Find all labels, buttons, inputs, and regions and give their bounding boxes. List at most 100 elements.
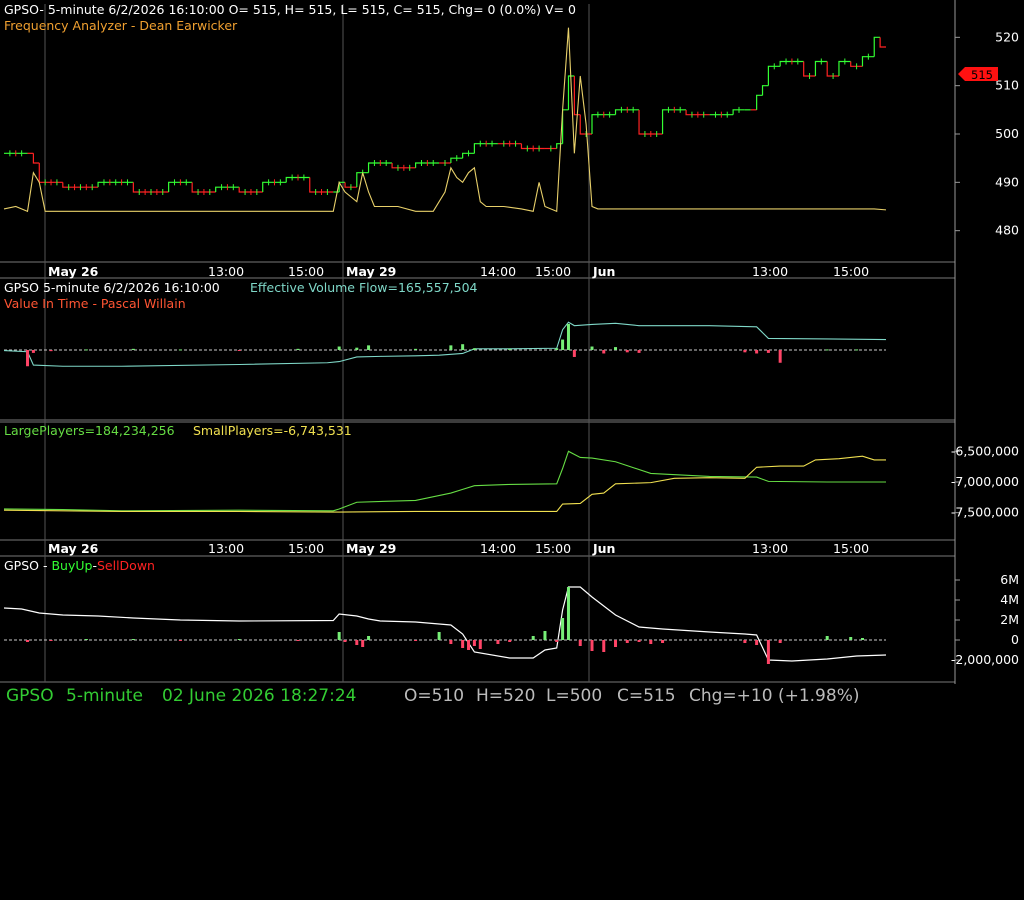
footer-low: L=500 <box>546 686 603 706</box>
buysell-bar <box>131 639 135 640</box>
y-tick-label: -2,000,000 <box>951 652 1019 667</box>
selldown-label: SellDown <box>97 558 155 573</box>
buysell-bar <box>543 631 547 640</box>
flow-bar <box>614 347 618 350</box>
time-axis-label: 15:00 <box>535 264 571 279</box>
buysell-bar <box>472 640 476 646</box>
buysell-bar <box>367 636 371 640</box>
flow-bar <box>355 347 359 350</box>
y-tick-label: 510 <box>995 78 1019 93</box>
time-axis-label: 13:00 <box>752 541 788 556</box>
multi-panel-chart: May 26 13:00 15:00 May 29 14:00 15:00 Jun 13:00… <box>0 0 1024 720</box>
buysell-bar <box>49 640 53 641</box>
buysell-bar <box>590 640 594 651</box>
buysell-bar <box>661 640 665 643</box>
buysell-bar <box>849 637 853 640</box>
buysell-bar <box>414 640 418 641</box>
buysell-bar <box>755 640 759 645</box>
flow-bar <box>472 348 476 350</box>
buysell-bar <box>860 638 864 640</box>
footer-open: O=510 <box>404 686 465 706</box>
flow-bar <box>84 349 88 351</box>
flow-bar <box>778 350 782 363</box>
time-axis-label: 15:00 <box>288 541 324 556</box>
flow-bar <box>743 350 747 353</box>
buysell-bar <box>555 640 559 642</box>
buysell-bar <box>825 636 829 640</box>
flow-bar <box>561 339 565 350</box>
footer-change: Chg=+10 (+1.98%) <box>689 686 860 706</box>
time-axis-label: May 26 <box>48 264 99 279</box>
time-axis-label: 15:00 <box>833 541 869 556</box>
buysell-bar <box>461 640 465 648</box>
y-tick-label: 4M <box>1000 592 1019 607</box>
buysell-bar <box>178 640 182 641</box>
time-axis-label: Jun <box>592 264 615 279</box>
footer-status-bar: GPSO 5-minute 02 June 2026 18:27:24 O=51… <box>0 684 1024 720</box>
buysell-bar <box>637 640 641 642</box>
buysell-header: GPSO - BuyUp-SellDown <box>4 558 155 573</box>
flow-bar <box>49 350 53 352</box>
flow-bar <box>625 350 629 353</box>
flow-bar <box>31 350 35 353</box>
flow-bar <box>825 349 829 351</box>
flow-bar <box>566 323 570 350</box>
flow-indicator-title: Value In Time - Pascal Willain <box>4 296 186 311</box>
buysell-bar <box>508 640 512 642</box>
buysell-bar <box>602 640 606 652</box>
footer-symbol: GPSO <box>6 686 54 706</box>
time-axis-label: 15:00 <box>535 541 571 556</box>
flow-bar <box>766 350 770 353</box>
buysell-bar <box>337 632 341 640</box>
flow-bar <box>237 350 241 351</box>
time-axis-label: 13:00 <box>752 264 788 279</box>
flow-bar <box>449 345 453 350</box>
y-tick-label: -6,500,000 <box>951 443 1019 458</box>
buysell-bar <box>449 640 453 644</box>
buysell-bar <box>743 640 747 643</box>
time-axis-label: 15:00 <box>833 264 869 279</box>
small-players-label: SmallPlayers=-6,743,531 <box>193 423 352 438</box>
footer-interval: 5-minute <box>66 686 143 706</box>
footer-high: H=520 <box>476 686 536 706</box>
buysell-bar <box>496 640 500 644</box>
price-header: GPSO- 5-minute 6/2/2026 16:10:00 O= 515,… <box>4 2 576 17</box>
y-tick-label: 500 <box>995 126 1019 141</box>
buysell-bar <box>343 640 347 642</box>
y-tick-label: 520 <box>995 29 1019 44</box>
time-axis-label: 13:00 <box>208 541 244 556</box>
time-axis-label: May 29 <box>346 541 396 556</box>
flow-bar <box>337 346 341 350</box>
buyup-label: BuyUp <box>51 558 92 573</box>
buysell-bar <box>84 639 88 640</box>
y-tick-label: 490 <box>995 174 1019 189</box>
buysell-bar <box>561 618 565 640</box>
buysell-bar <box>614 640 618 647</box>
flow-bar <box>26 350 30 367</box>
buysell-bar <box>566 587 570 640</box>
buysell-bar <box>778 640 782 643</box>
buysell-prefix: GPSO - <box>4 558 51 573</box>
time-axis-label: May 26 <box>48 541 99 556</box>
footer-close: C=515 <box>617 686 676 706</box>
flow-bar <box>572 350 576 357</box>
large-players-label: LargePlayers=184,234,256 <box>4 423 175 438</box>
buysell-bar <box>649 640 653 644</box>
time-axis-label: 14:00 <box>480 264 516 279</box>
buysell-bar <box>578 640 582 646</box>
flow-bar <box>637 350 641 353</box>
flow-bar <box>367 345 371 350</box>
footer-datetime: 02 June 2026 18:27:24 <box>162 686 357 706</box>
flow-bar <box>555 348 559 350</box>
buysell-bar <box>478 640 482 649</box>
buysell-bar <box>355 640 359 645</box>
flow-bar <box>414 348 418 350</box>
y-tick-label: 6M <box>1000 572 1019 587</box>
flow-label: Effective Volume Flow=165,557,504 <box>250 280 478 295</box>
price-indicator-title: Frequency Analyzer - Dean Earwicker <box>4 18 238 33</box>
buysell-bar <box>296 640 300 641</box>
flow-bar <box>296 348 300 350</box>
flow-header: GPSO 5-minute 6/2/2026 16:10:00 <box>4 280 220 295</box>
y-tick-label: -7,500,000 <box>951 505 1019 520</box>
y-tick-label: 0 <box>1011 632 1019 647</box>
